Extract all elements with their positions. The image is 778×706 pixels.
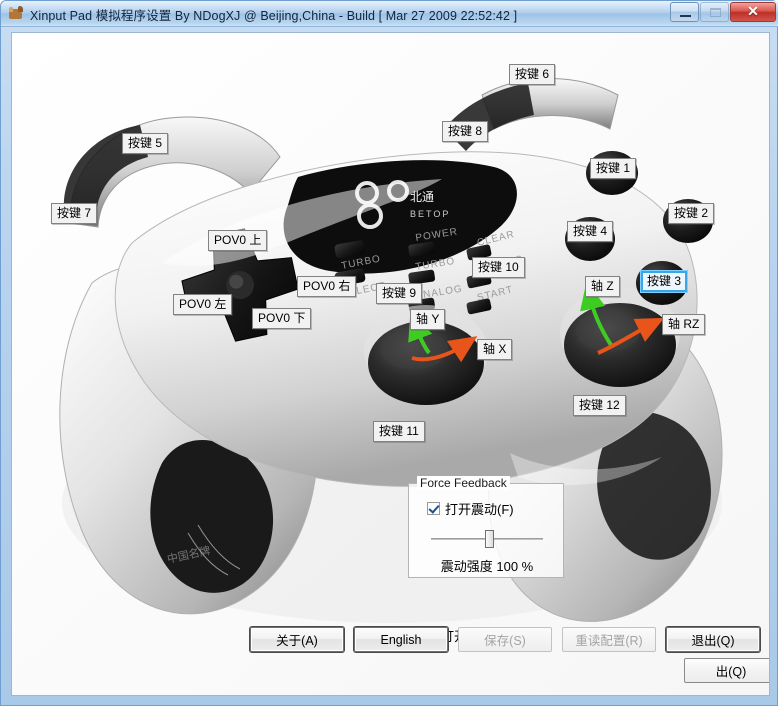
minimize-button[interactable] (670, 2, 699, 22)
exit-button-ghost[interactable]: 出(Q) (684, 658, 769, 683)
app-window: Xinput Pad 模拟程序设置 By NDogXJ @ Beijing,Ch… (0, 0, 778, 706)
maximize-button[interactable] (700, 2, 729, 22)
force-feedback-title: Force Feedback (417, 476, 510, 490)
svg-text:BETOP: BETOP (410, 209, 450, 219)
title-bar-left: Xinput Pad 模拟程序设置 By NDogXJ @ Beijing,Ch… (8, 1, 517, 27)
pad-label-button-12[interactable]: 按键 12 (573, 395, 626, 416)
pad-label-button-6[interactable]: 按键 6 (509, 64, 556, 85)
language-button[interactable]: English (354, 627, 448, 652)
about-button[interactable]: 关于(A) (250, 627, 344, 652)
enable-vibration-checkbox[interactable] (427, 502, 440, 515)
pad-label-button-2[interactable]: 按键 2 (668, 203, 715, 224)
client-area: 北通 BETOP POWER TURBO TURBO CLEAR ANALOG … (11, 32, 770, 696)
close-button[interactable]: ✕ (730, 2, 776, 22)
pad-label-pov0-right[interactable]: POV0 右 (297, 276, 357, 297)
pad-label-pov0-down[interactable]: POV0 下 (252, 308, 312, 329)
enable-vibration-row[interactable]: 打开震动(F) (427, 499, 514, 518)
close-icon: ✕ (747, 4, 759, 20)
pad-label-button-9[interactable]: 按键 9 (376, 283, 423, 304)
pad-label-button-7[interactable]: 按键 7 (51, 203, 98, 224)
enable-vibration-label: 打开震动(F) (445, 502, 514, 517)
pad-label-axis-z[interactable]: 轴 Z (585, 276, 620, 297)
vibration-strength-slider[interactable] (431, 529, 543, 549)
pad-label-axis-rz[interactable]: 轴 RZ (662, 314, 706, 335)
pad-label-button-4[interactable]: 按键 4 (567, 221, 614, 242)
pad-label-button-8[interactable]: 按键 8 (442, 121, 489, 142)
pad-label-axis-y[interactable]: 轴 Y (410, 309, 446, 330)
window-title: Xinput Pad 模拟程序设置 By NDogXJ @ Beijing,Ch… (30, 8, 518, 23)
minimize-icon (680, 15, 691, 17)
maximize-icon (710, 8, 721, 17)
force-feedback-group: Force Feedback 打开震动(F) 震动强度 100 % (408, 476, 564, 578)
pad-label-pov0-up[interactable]: POV0 上 (208, 230, 268, 251)
pad-label-button-11[interactable]: 按键 11 (373, 421, 425, 442)
window-controls: ✕ (670, 2, 776, 22)
pad-label-button-1[interactable]: 按键 1 (590, 158, 637, 179)
pad-label-button-10[interactable]: 按键 10 (472, 257, 525, 278)
pad-label-pov0-left[interactable]: POV0 左 (173, 294, 233, 315)
pad-label-button-5[interactable]: 按键 5 (122, 133, 169, 154)
title-bar[interactable]: Xinput Pad 模拟程序设置 By NDogXJ @ Beijing,Ch… (1, 1, 778, 27)
exit-button[interactable]: 退出(Q) (666, 627, 760, 652)
app-icon (8, 6, 24, 22)
vibration-strength-label: 震动强度 100 % (440, 559, 534, 574)
slider-thumb[interactable] (485, 530, 495, 548)
reload-config-button: 重读配置(R) (562, 627, 656, 652)
save-button: 保存(S) (458, 627, 552, 652)
pad-label-axis-x[interactable]: 轴 X (477, 339, 513, 360)
pad-label-button-3[interactable]: 按键 3 (641, 271, 688, 292)
